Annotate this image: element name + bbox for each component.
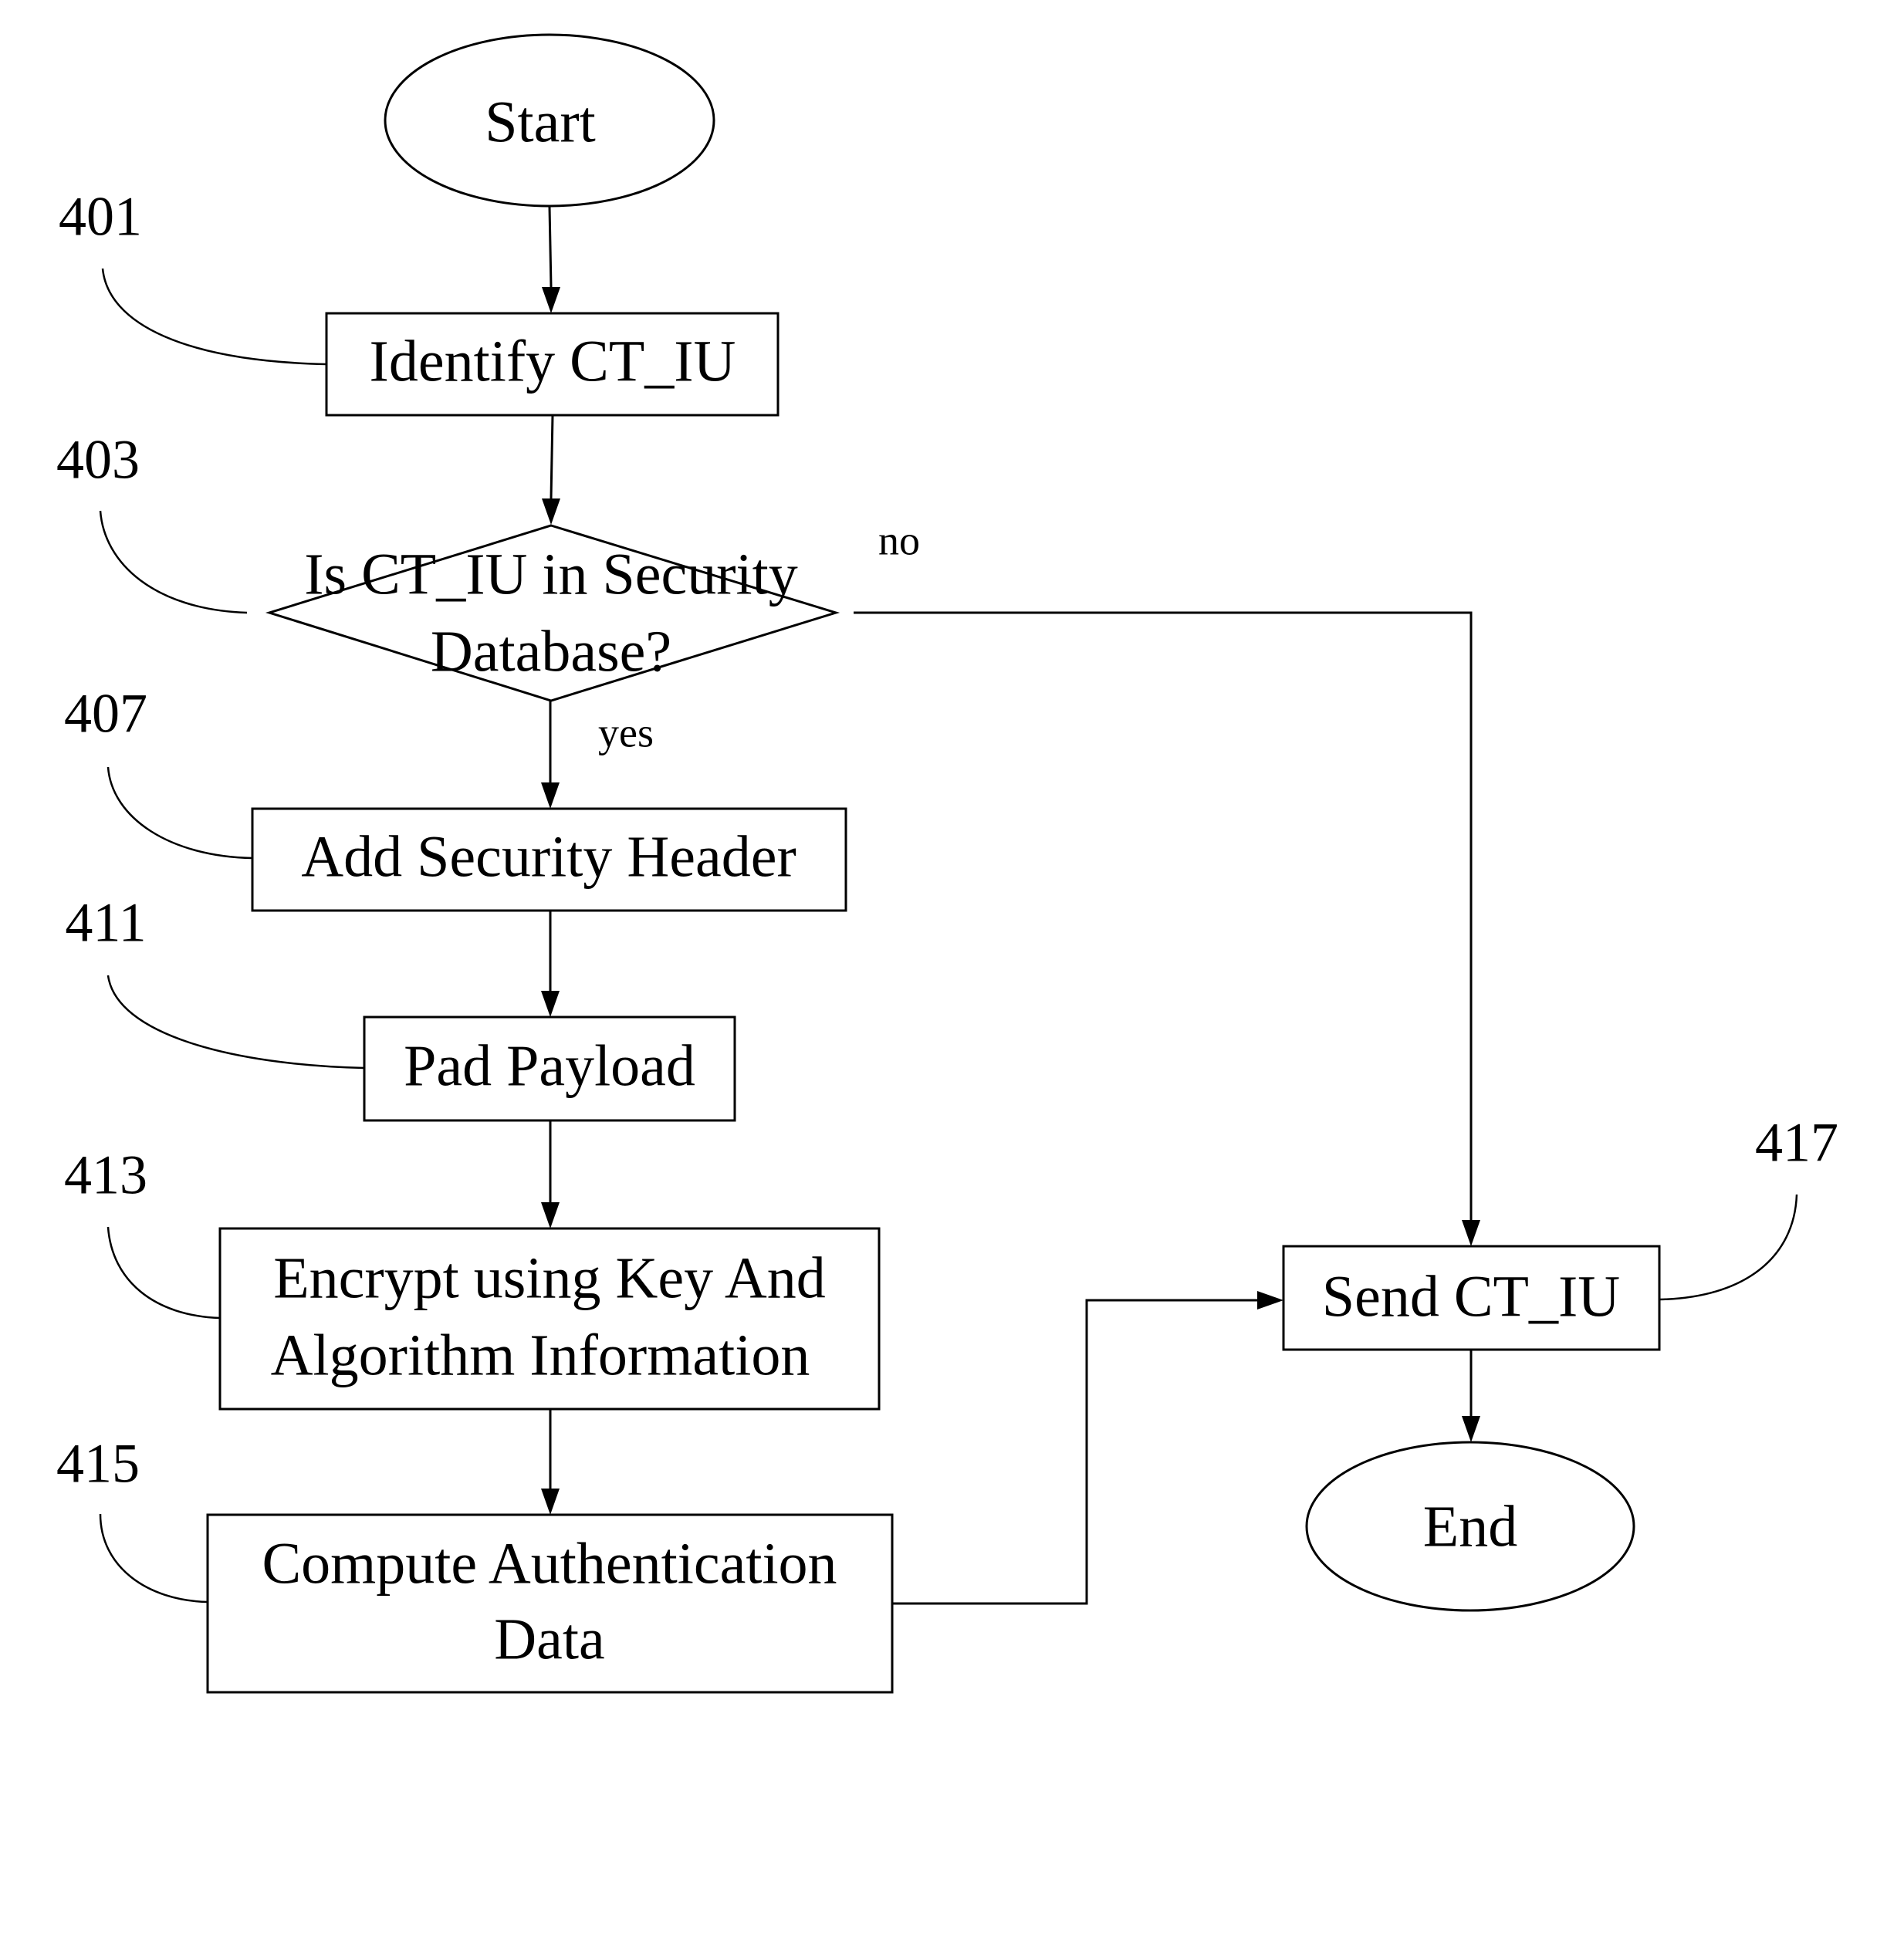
leader-417 [1659,1194,1798,1301]
arrowhead [542,498,560,525]
start-label: Start [485,90,596,154]
no-label: no [878,517,920,563]
edge-identify-decision [550,414,554,499]
ref-401: 401 [59,186,142,248]
leader-411 [107,975,365,1070]
leader-403 [99,510,248,614]
leader-415 [99,1513,208,1604]
flowchart: Start Identify CT_IU 401 Is CT_IU in Sec… [56,33,1838,1694]
leader-401 [101,268,327,366]
ref-417: 417 [1755,1112,1838,1174]
decision-label-line2: Database? [431,619,671,684]
pad-node: Pad Payload [363,1016,736,1122]
compute-label-line1: Compute Authentication [262,1531,837,1596]
arrowhead [541,782,560,809]
arrowhead [1257,1291,1283,1310]
leader-407 [107,766,253,860]
ref-407: 407 [64,683,147,745]
identify-label: Identify CT_IU [370,329,736,394]
ref-415: 415 [56,1433,140,1495]
identify-node: Identify CT_IU [325,312,780,417]
encrypt-label-line1: Encrypt using Key And [273,1245,826,1310]
encrypt-node: Encrypt using Key And Algorithm Informat… [218,1227,881,1411]
arrowhead [1462,1220,1480,1246]
ref-413: 413 [64,1144,147,1206]
pad-label: Pad Payload [404,1033,695,1098]
edge-decision-send-no [854,611,1473,1220]
end-label: End [1423,1494,1517,1559]
add-header-node: Add Security Header [251,807,847,912]
leader-413 [107,1226,221,1320]
ref-403: 403 [56,429,140,491]
send-label: Send CT_IU [1322,1264,1620,1329]
edge-start-identify [548,206,553,288]
add-header-label: Add Security Header [301,824,796,889]
arrowhead [1462,1416,1480,1442]
decision-node: Is CT_IU in Security Database? [265,524,840,702]
encrypt-label-line2: Algorithm Information [271,1323,810,1387]
arrowhead [542,287,560,313]
end-node: End [1305,1441,1635,1612]
decision-label-line1: Is CT_IU in Security [304,542,798,607]
compute-label-line2: Data [494,1607,604,1671]
start-node: Start [384,33,715,208]
yes-label: yes [598,709,654,755]
arrowhead [541,1202,560,1228]
send-node: Send CT_IU [1282,1245,1661,1351]
compute-node: Compute Authentication Data [206,1513,894,1694]
arrowhead [541,1489,560,1515]
ref-411: 411 [65,892,146,954]
arrowhead [541,991,560,1017]
edge-compute-send [892,1299,1257,1605]
